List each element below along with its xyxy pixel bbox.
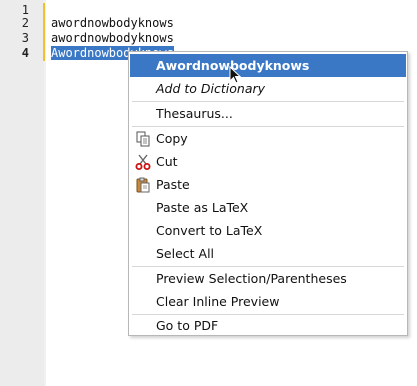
copy-icon (136, 131, 150, 147)
menu-item-go-to-pdf[interactable]: Go to PDF (129, 314, 407, 337)
menu-item-clear-inline-preview[interactable]: Clear Inline Preview (129, 290, 407, 313)
code-line[interactable]: awordnowbodyknows (51, 16, 174, 31)
scissors-icon (135, 154, 151, 170)
line-number: 2 (21, 16, 29, 30)
code-line[interactable]: awordnowbodyknows (51, 31, 174, 46)
line-number-current: 4 (21, 46, 29, 60)
menu-item-add-to-dictionary[interactable]: Add to Dictionary (129, 77, 407, 100)
mouse-pointer-icon (229, 66, 242, 84)
menu-item-preview-selection[interactable]: Preview Selection/Parentheses (129, 267, 407, 290)
clipboard-icon (136, 177, 150, 193)
menu-item-thesaurus[interactable]: Thesaurus... (129, 102, 407, 125)
menu-item-cut[interactable]: Cut (129, 150, 407, 173)
change-marker (43, 3, 45, 61)
menu-item-copy[interactable]: Copy (129, 127, 407, 150)
context-menu: Awordnowbodyknows Add to Dictionary Thes… (128, 51, 408, 336)
menu-item-convert-to-latex[interactable]: Convert to LaTeX (129, 219, 407, 242)
menu-item-spelling-suggestion[interactable]: Awordnowbodyknows (130, 54, 406, 77)
menu-item-select-all[interactable]: Select All (129, 242, 407, 265)
menu-item-paste-as-latex[interactable]: Paste as LaTeX (129, 196, 407, 219)
line-number: 3 (21, 31, 29, 45)
menu-item-paste[interactable]: Paste (129, 173, 407, 196)
